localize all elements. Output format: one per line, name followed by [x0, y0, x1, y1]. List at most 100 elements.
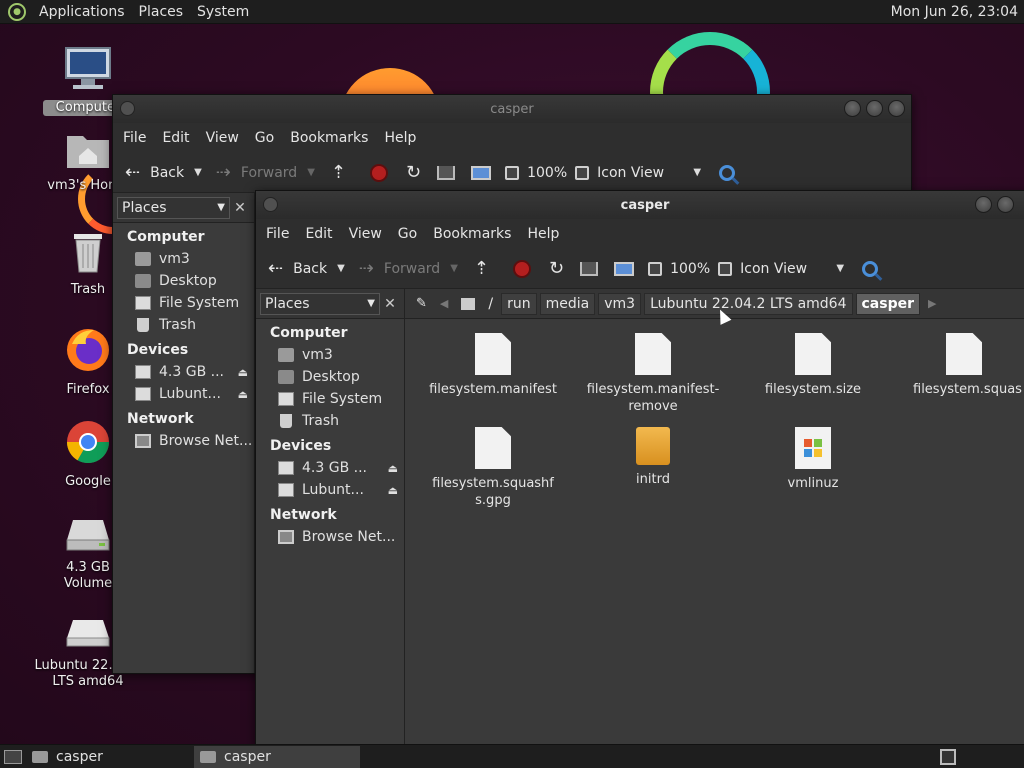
stop-button[interactable] [366, 158, 392, 188]
sidebar-item-browse-network[interactable]: Browse Net... [113, 430, 254, 452]
drive-icon[interactable] [456, 293, 480, 315]
up-button[interactable]: ⇡ [327, 158, 360, 188]
file-item[interactable]: filesystem.manifest-remove [573, 333, 733, 415]
view-mode-select[interactable]: Icon View ▼ [736, 254, 848, 284]
back-button[interactable]: ⇠ Back ▼ [264, 254, 349, 284]
menu-bookmarks[interactable]: Bookmarks [425, 226, 519, 242]
window-titlebar[interactable]: casper [256, 191, 1024, 219]
menu-view[interactable]: View [198, 130, 247, 146]
file-item[interactable]: initrd [573, 427, 733, 488]
menu-go[interactable]: Go [390, 226, 425, 242]
eject-icon[interactable]: ⏏ [238, 366, 248, 379]
menu-places[interactable]: Places [132, 0, 191, 24]
eject-icon[interactable]: ⏏ [238, 388, 248, 401]
path-segment-casper[interactable]: casper [855, 292, 920, 315]
sidebar-item-volume[interactable]: 4.3 GB ... ⏏ [113, 361, 254, 383]
chevron-down-icon[interactable]: ▼ [307, 167, 315, 178]
sidebar-item-lubuntu[interactable]: Lubunt... ⏏ [256, 479, 404, 501]
home-button[interactable] [433, 158, 459, 188]
sidebar-item-filesystem[interactable]: File System [256, 388, 404, 410]
up-button[interactable]: ⇡ [470, 254, 503, 284]
sidebar-item-desktop[interactable]: Desktop [113, 270, 254, 292]
chevron-down-icon[interactable]: ▼ [450, 263, 458, 274]
file-item[interactable]: filesystem.squashfs.gpg [413, 427, 573, 509]
minimize-button[interactable] [844, 100, 861, 117]
menu-applications[interactable]: Applications [32, 0, 132, 24]
maximize-button[interactable] [997, 196, 1014, 213]
bottom-panel: casper casper [0, 744, 1024, 768]
menu-bookmarks[interactable]: Bookmarks [282, 130, 376, 146]
eject-icon[interactable]: ⏏ [388, 484, 398, 497]
sidebar-item-filesystem[interactable]: File System [113, 292, 254, 314]
taskbar-item-active[interactable]: casper [194, 745, 360, 768]
computer-button[interactable] [467, 158, 495, 188]
menu-help[interactable]: Help [376, 130, 424, 146]
sidebar-mode-select[interactable]: Places ▼ [260, 292, 380, 315]
file-item[interactable]: filesystem.size [733, 333, 893, 398]
folder-icon [278, 370, 294, 384]
path-segment-lubuntu[interactable]: Lubuntu 22.04.2 LTS amd64 [644, 292, 853, 315]
chevron-down-icon[interactable]: ▼ [337, 263, 345, 274]
computer-button[interactable] [610, 254, 638, 284]
menu-edit[interactable]: Edit [154, 130, 197, 146]
file-item[interactable]: filesystem.squashfs [893, 333, 1023, 398]
distro-logo-icon[interactable]: ● [8, 2, 26, 21]
eject-icon[interactable]: ⏏ [388, 462, 398, 475]
maximize-button[interactable] [866, 100, 883, 117]
file-manager-window-front[interactable]: casper File Edit View Go Bookmarks Help … [255, 190, 1024, 746]
sidebar-item-label: 4.3 GB ... [159, 364, 224, 380]
back-button[interactable]: ⇠ Back ▼ [121, 158, 206, 188]
show-desktop-icon[interactable] [4, 749, 22, 764]
menu-go[interactable]: Go [247, 130, 282, 146]
zoom-in-button[interactable] [571, 158, 593, 188]
zoom-in-button[interactable] [714, 254, 736, 284]
close-sidebar-icon[interactable]: ✕ [230, 200, 250, 216]
menu-edit[interactable]: Edit [297, 226, 340, 242]
search-button[interactable] [858, 254, 882, 284]
edit-path-button[interactable]: ✎ [411, 293, 432, 315]
view-mode-select[interactable]: Icon View ▼ [593, 158, 705, 188]
forward-button[interactable]: ⇢ Forward ▼ [355, 254, 462, 284]
sidebar-item-lubuntu[interactable]: Lubunt... ⏏ [113, 383, 254, 405]
sidebar-mode-select[interactable]: Places ▼ [117, 196, 230, 219]
menu-file[interactable]: File [258, 226, 297, 242]
close-button[interactable] [888, 100, 905, 117]
menu-file[interactable]: File [115, 130, 154, 146]
taskbar-item[interactable]: casper [26, 746, 192, 768]
close-sidebar-icon[interactable]: ✕ [380, 296, 400, 312]
window-menu-button[interactable] [263, 197, 278, 212]
menu-system[interactable]: System [190, 0, 256, 24]
minimize-button[interactable] [975, 196, 992, 213]
path-segment-run[interactable]: run [501, 292, 537, 315]
menu-view[interactable]: View [341, 226, 390, 242]
content-area[interactable]: ✎ ◀ / run media vm3 Lubuntu 22.04.2 LTS … [405, 289, 1024, 745]
menu-help[interactable]: Help [519, 226, 567, 242]
sidebar-item-vm3[interactable]: vm3 [256, 344, 404, 366]
workspace-switcher-icon[interactable] [940, 748, 956, 765]
zoom-out-button[interactable] [644, 254, 666, 284]
window-titlebar[interactable]: casper [113, 95, 911, 123]
zoom-out-button[interactable] [501, 158, 523, 188]
forward-button[interactable]: ⇢ Forward ▼ [212, 158, 319, 188]
panel-clock[interactable]: Mon Jun 26, 23:04 [891, 4, 1024, 20]
window-menu-button[interactable] [120, 101, 135, 116]
search-button[interactable] [715, 158, 739, 188]
path-scroll-left-icon[interactable]: ◀ [435, 293, 453, 315]
sidebar-item-trash[interactable]: Trash [113, 314, 254, 336]
sidebar-item-browse-network[interactable]: Browse Net... [256, 526, 404, 548]
sidebar-item-desktop[interactable]: Desktop [256, 366, 404, 388]
home-button[interactable] [576, 254, 602, 284]
sidebar-item-vm3[interactable]: vm3 [113, 248, 254, 270]
sidebar-item-trash[interactable]: Trash [256, 410, 404, 432]
reload-button[interactable]: ↻ [545, 254, 568, 284]
chevron-down-icon[interactable]: ▼ [194, 167, 202, 178]
path-segment-vm3[interactable]: vm3 [598, 292, 642, 315]
file-item[interactable]: vmlinuz [733, 427, 893, 492]
path-segment-media[interactable]: media [539, 292, 596, 315]
path-root[interactable]: / [483, 293, 498, 315]
file-item[interactable]: filesystem.manifest [413, 333, 573, 398]
stop-button[interactable] [509, 254, 535, 284]
path-scroll-right-icon[interactable]: ▶ [923, 293, 941, 315]
sidebar-item-volume[interactable]: 4.3 GB ... ⏏ [256, 457, 404, 479]
reload-button[interactable]: ↻ [402, 158, 425, 188]
